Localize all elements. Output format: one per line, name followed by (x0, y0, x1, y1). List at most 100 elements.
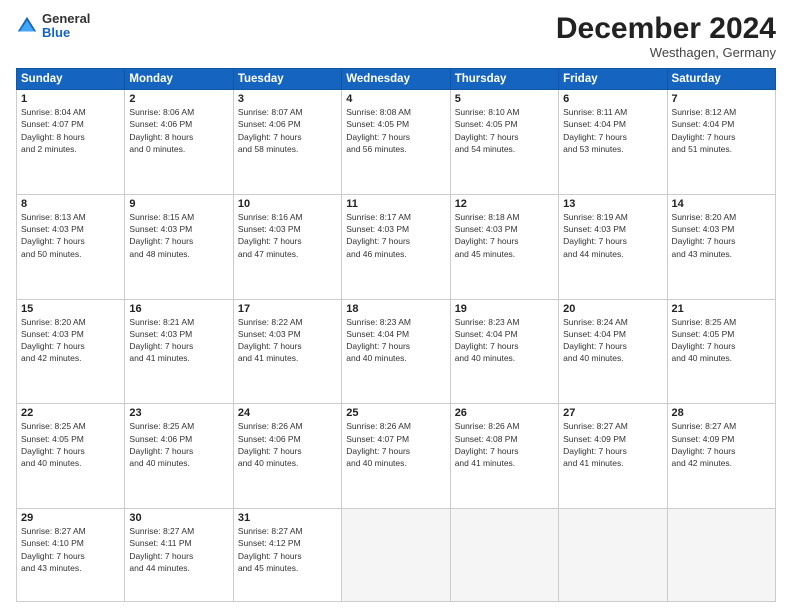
table-row: 14Sunrise: 8:20 AMSunset: 4:03 PMDayligh… (667, 194, 775, 299)
day-number: 4 (346, 93, 445, 105)
day-info: Sunrise: 8:25 AMSunset: 4:05 PMDaylight:… (21, 420, 120, 469)
table-row: 13Sunrise: 8:19 AMSunset: 4:03 PMDayligh… (559, 194, 667, 299)
day-info: Sunrise: 8:25 AMSunset: 4:05 PMDaylight:… (672, 316, 771, 365)
table-row: 15Sunrise: 8:20 AMSunset: 4:03 PMDayligh… (17, 299, 125, 404)
calendar-subtitle: Westhagen, Germany (556, 45, 776, 60)
day-info: Sunrise: 8:27 AMSunset: 4:10 PMDaylight:… (21, 525, 120, 574)
table-row (667, 509, 775, 602)
header-thursday: Thursday (450, 69, 558, 90)
week-row-1: 1Sunrise: 8:04 AMSunset: 4:07 PMDaylight… (17, 90, 776, 195)
day-number: 6 (563, 93, 662, 105)
day-info: Sunrise: 8:20 AMSunset: 4:03 PMDaylight:… (21, 316, 120, 365)
day-number: 9 (129, 198, 228, 210)
table-row: 31Sunrise: 8:27 AMSunset: 4:12 PMDayligh… (233, 509, 341, 602)
day-number: 30 (129, 512, 228, 524)
day-number: 19 (455, 303, 554, 315)
table-row: 22Sunrise: 8:25 AMSunset: 4:05 PMDayligh… (17, 404, 125, 509)
day-number: 10 (238, 198, 337, 210)
days-header-row: Sunday Monday Tuesday Wednesday Thursday… (17, 69, 776, 90)
table-row (559, 509, 667, 602)
day-number: 12 (455, 198, 554, 210)
day-info: Sunrise: 8:24 AMSunset: 4:04 PMDaylight:… (563, 316, 662, 365)
table-row: 1Sunrise: 8:04 AMSunset: 4:07 PMDaylight… (17, 90, 125, 195)
logo-icon (16, 15, 38, 37)
table-row: 23Sunrise: 8:25 AMSunset: 4:06 PMDayligh… (125, 404, 233, 509)
day-info: Sunrise: 8:12 AMSunset: 4:04 PMDaylight:… (672, 106, 771, 155)
header-friday: Friday (559, 69, 667, 90)
table-row: 18Sunrise: 8:23 AMSunset: 4:04 PMDayligh… (342, 299, 450, 404)
table-row: 20Sunrise: 8:24 AMSunset: 4:04 PMDayligh… (559, 299, 667, 404)
table-row: 5Sunrise: 8:10 AMSunset: 4:05 PMDaylight… (450, 90, 558, 195)
day-number: 2 (129, 93, 228, 105)
table-row: 28Sunrise: 8:27 AMSunset: 4:09 PMDayligh… (667, 404, 775, 509)
day-info: Sunrise: 8:17 AMSunset: 4:03 PMDaylight:… (346, 211, 445, 260)
table-row: 12Sunrise: 8:18 AMSunset: 4:03 PMDayligh… (450, 194, 558, 299)
table-row: 6Sunrise: 8:11 AMSunset: 4:04 PMDaylight… (559, 90, 667, 195)
day-number: 18 (346, 303, 445, 315)
week-row-4: 22Sunrise: 8:25 AMSunset: 4:05 PMDayligh… (17, 404, 776, 509)
week-row-2: 8Sunrise: 8:13 AMSunset: 4:03 PMDaylight… (17, 194, 776, 299)
calendar-title: December 2024 (556, 12, 776, 45)
day-number: 11 (346, 198, 445, 210)
day-info: Sunrise: 8:16 AMSunset: 4:03 PMDaylight:… (238, 211, 337, 260)
table-row: 29Sunrise: 8:27 AMSunset: 4:10 PMDayligh… (17, 509, 125, 602)
day-number: 27 (563, 407, 662, 419)
day-info: Sunrise: 8:07 AMSunset: 4:06 PMDaylight:… (238, 106, 337, 155)
day-number: 25 (346, 407, 445, 419)
day-number: 1 (21, 93, 120, 105)
day-number: 17 (238, 303, 337, 315)
day-number: 22 (21, 407, 120, 419)
day-number: 8 (21, 198, 120, 210)
table-row: 26Sunrise: 8:26 AMSunset: 4:08 PMDayligh… (450, 404, 558, 509)
table-row: 19Sunrise: 8:23 AMSunset: 4:04 PMDayligh… (450, 299, 558, 404)
day-info: Sunrise: 8:23 AMSunset: 4:04 PMDaylight:… (346, 316, 445, 365)
table-row: 4Sunrise: 8:08 AMSunset: 4:05 PMDaylight… (342, 90, 450, 195)
day-info: Sunrise: 8:06 AMSunset: 4:06 PMDaylight:… (129, 106, 228, 155)
table-row: 7Sunrise: 8:12 AMSunset: 4:04 PMDaylight… (667, 90, 775, 195)
day-info: Sunrise: 8:27 AMSunset: 4:09 PMDaylight:… (563, 420, 662, 469)
day-number: 5 (455, 93, 554, 105)
header-saturday: Saturday (667, 69, 775, 90)
day-number: 3 (238, 93, 337, 105)
title-block: December 2024 Westhagen, Germany (556, 12, 776, 60)
day-number: 16 (129, 303, 228, 315)
day-number: 21 (672, 303, 771, 315)
logo-general: General (42, 12, 90, 26)
day-info: Sunrise: 8:26 AMSunset: 4:06 PMDaylight:… (238, 420, 337, 469)
header-wednesday: Wednesday (342, 69, 450, 90)
page: General Blue December 2024 Westhagen, Ge… (0, 0, 792, 612)
week-row-5: 29Sunrise: 8:27 AMSunset: 4:10 PMDayligh… (17, 509, 776, 602)
day-number: 15 (21, 303, 120, 315)
calendar-table: Sunday Monday Tuesday Wednesday Thursday… (16, 68, 776, 602)
day-info: Sunrise: 8:10 AMSunset: 4:05 PMDaylight:… (455, 106, 554, 155)
header-tuesday: Tuesday (233, 69, 341, 90)
logo: General Blue (16, 12, 90, 41)
day-info: Sunrise: 8:27 AMSunset: 4:09 PMDaylight:… (672, 420, 771, 469)
day-info: Sunrise: 8:18 AMSunset: 4:03 PMDaylight:… (455, 211, 554, 260)
table-row: 24Sunrise: 8:26 AMSunset: 4:06 PMDayligh… (233, 404, 341, 509)
table-row: 11Sunrise: 8:17 AMSunset: 4:03 PMDayligh… (342, 194, 450, 299)
table-row: 2Sunrise: 8:06 AMSunset: 4:06 PMDaylight… (125, 90, 233, 195)
table-row: 25Sunrise: 8:26 AMSunset: 4:07 PMDayligh… (342, 404, 450, 509)
day-number: 7 (672, 93, 771, 105)
header: General Blue December 2024 Westhagen, Ge… (16, 12, 776, 60)
logo-text: General Blue (42, 12, 90, 41)
table-row: 16Sunrise: 8:21 AMSunset: 4:03 PMDayligh… (125, 299, 233, 404)
day-number: 13 (563, 198, 662, 210)
header-monday: Monday (125, 69, 233, 90)
week-row-3: 15Sunrise: 8:20 AMSunset: 4:03 PMDayligh… (17, 299, 776, 404)
table-row: 17Sunrise: 8:22 AMSunset: 4:03 PMDayligh… (233, 299, 341, 404)
table-row: 21Sunrise: 8:25 AMSunset: 4:05 PMDayligh… (667, 299, 775, 404)
table-row: 8Sunrise: 8:13 AMSunset: 4:03 PMDaylight… (17, 194, 125, 299)
day-info: Sunrise: 8:13 AMSunset: 4:03 PMDaylight:… (21, 211, 120, 260)
table-row: 27Sunrise: 8:27 AMSunset: 4:09 PMDayligh… (559, 404, 667, 509)
day-info: Sunrise: 8:22 AMSunset: 4:03 PMDaylight:… (238, 316, 337, 365)
day-info: Sunrise: 8:15 AMSunset: 4:03 PMDaylight:… (129, 211, 228, 260)
day-info: Sunrise: 8:21 AMSunset: 4:03 PMDaylight:… (129, 316, 228, 365)
day-info: Sunrise: 8:20 AMSunset: 4:03 PMDaylight:… (672, 211, 771, 260)
day-info: Sunrise: 8:19 AMSunset: 4:03 PMDaylight:… (563, 211, 662, 260)
table-row: 3Sunrise: 8:07 AMSunset: 4:06 PMDaylight… (233, 90, 341, 195)
day-info: Sunrise: 8:11 AMSunset: 4:04 PMDaylight:… (563, 106, 662, 155)
day-number: 26 (455, 407, 554, 419)
day-info: Sunrise: 8:04 AMSunset: 4:07 PMDaylight:… (21, 106, 120, 155)
